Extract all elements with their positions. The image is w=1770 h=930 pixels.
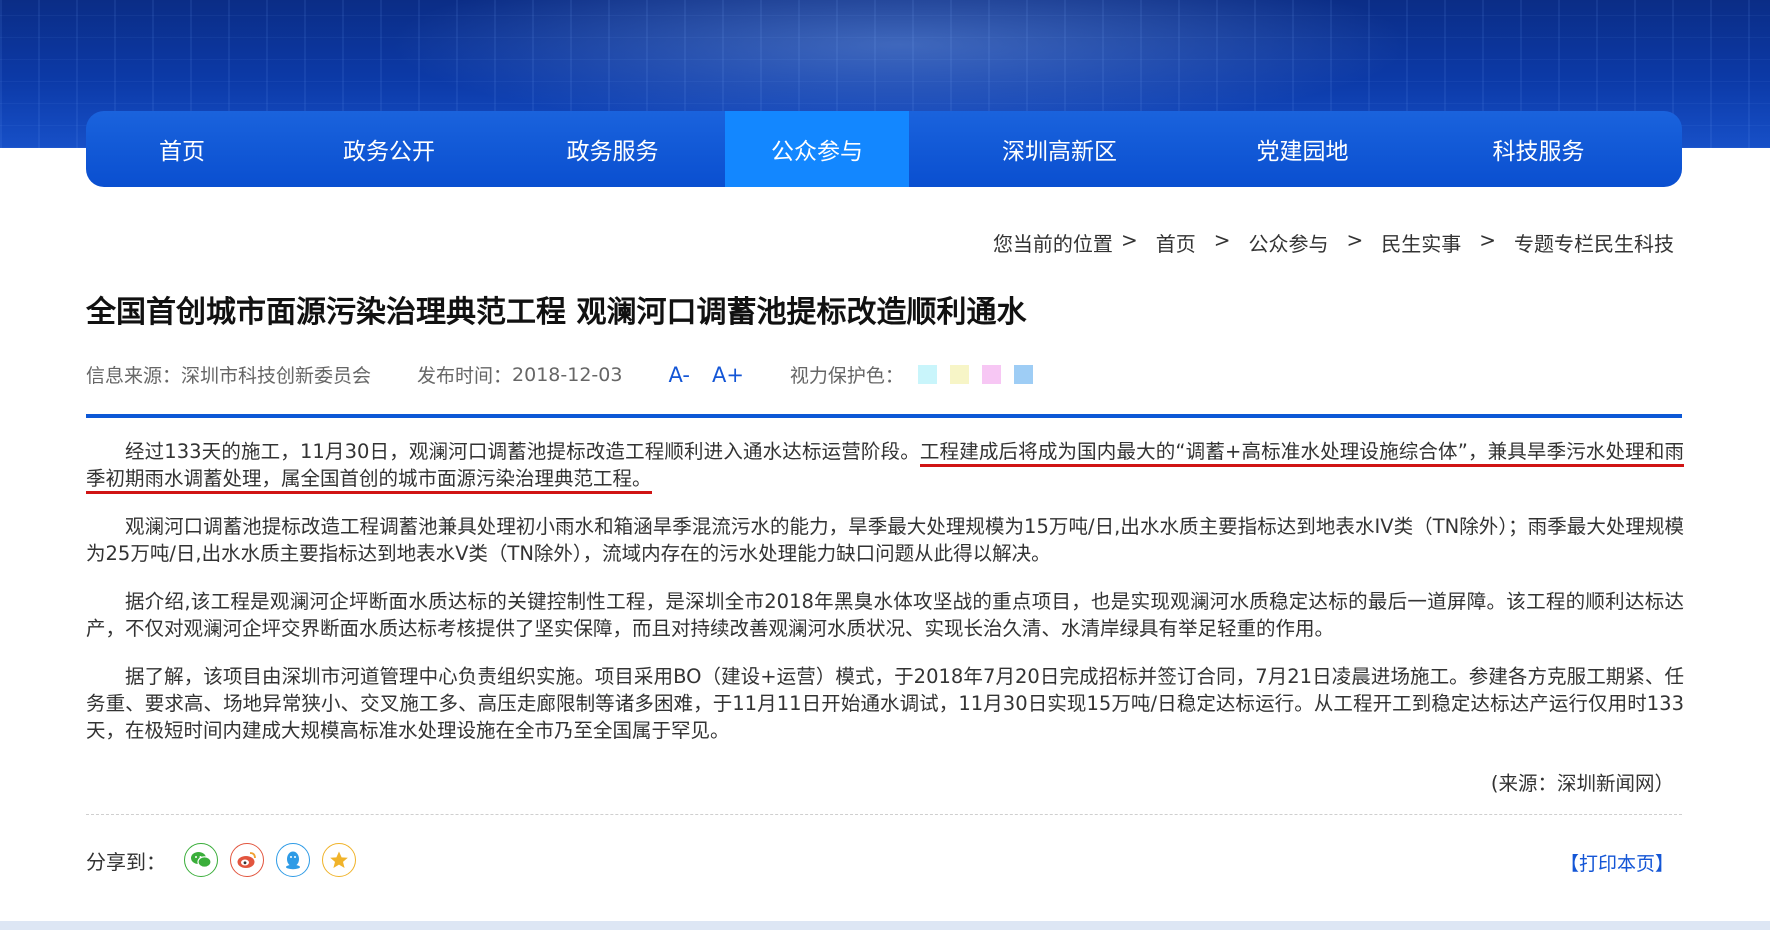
- article-meta: 信息来源： 深圳市科技创新委员会 发布时间： 2018-12-03 A- A+ …: [86, 361, 1046, 388]
- footer-bar: [0, 921, 1770, 930]
- weibo-icon[interactable]: [230, 843, 264, 877]
- eye-care-swatch-cyan[interactable]: [917, 365, 937, 384]
- nav-item-tech-services[interactable]: 科技服务: [1395, 111, 1682, 187]
- nav-item-gov-services[interactable]: 政务服务: [500, 111, 725, 187]
- source-value: 深圳市科技创新委员会: [181, 365, 372, 387]
- breadcrumb-prefix: 您当前的位置: [992, 232, 1113, 256]
- eye-care-label: 视力保护色：: [789, 365, 904, 387]
- date-value: 2018-12-03: [512, 363, 623, 386]
- paragraph: 据了解，该项目由深圳市河道管理中心负责组织实施。项目采用BO（建设+运营）模式，…: [86, 665, 1684, 742]
- breadcrumb-livelihood[interactable]: 民生实事: [1381, 228, 1461, 257]
- breadcrumb-separator: >: [1346, 228, 1364, 252]
- article-title: 全国首创城市面源污染治理典范工程 观澜河口调蓄池提标改造顺利通水: [86, 295, 1027, 330]
- breadcrumb-separator: >: [1213, 228, 1231, 252]
- font-decrease-button[interactable]: A-: [668, 363, 689, 387]
- title-divider: [86, 414, 1682, 418]
- main-nav: 首页 政务公开 政务服务 公众参与 深圳高新区 党建园地 科技服务: [86, 111, 1682, 187]
- breadcrumb-special-topic[interactable]: 专题专栏民生科技: [1514, 228, 1674, 257]
- article-source-note: (来源：深圳新闻网）: [1490, 772, 1674, 795]
- nav-item-home[interactable]: 首页: [86, 111, 278, 187]
- breadcrumb-public-participation[interactable]: 公众参与: [1248, 228, 1328, 257]
- nav-item-gov-affairs[interactable]: 政务公开: [278, 111, 500, 187]
- nav-item-shenzhen-hitech-zone[interactable]: 深圳高新区: [909, 111, 1210, 187]
- print-page-link[interactable]: 【打印本页】: [1560, 849, 1674, 876]
- paragraph-text: 经过133天的施工，11月30日，观澜河口调蓄池提标改造工程顺利进入通水达标运营…: [125, 440, 920, 463]
- source-label: 信息来源：: [86, 365, 182, 387]
- share-bar: 分享到：: [86, 843, 356, 877]
- breadcrumb-home[interactable]: 首页: [1156, 228, 1196, 257]
- article-body: 经过133天的施工，11月30日，观澜河口调蓄池提标改造工程顺利进入通水达标运营…: [86, 438, 1684, 765]
- date-label: 发布时间：: [417, 365, 513, 387]
- qzone-icon[interactable]: [322, 843, 356, 877]
- breadcrumb: 您当前的位置 > 首页 > 公众参与 > 民生实事 > 专题专栏民生科技: [993, 228, 1674, 257]
- eye-care-swatch-blue[interactable]: [1013, 365, 1033, 384]
- breadcrumb-separator: >: [1120, 228, 1138, 252]
- paragraph: 据介绍,该工程是观澜河企坪断面水质达标的关键控制性工程，是深圳全市2018年黑臭…: [86, 590, 1684, 640]
- nav-item-party-building[interactable]: 党建园地: [1210, 111, 1395, 187]
- qq-icon[interactable]: [276, 843, 310, 877]
- wechat-icon[interactable]: [184, 843, 218, 877]
- nav-item-public-participation[interactable]: 公众参与: [725, 111, 909, 187]
- paragraph: 经过133天的施工，11月30日，观澜河口调蓄池提标改造工程顺利进入通水达标运营…: [86, 438, 1684, 494]
- breadcrumb-separator: >: [1479, 228, 1496, 252]
- footer-divider: [86, 814, 1682, 815]
- paragraph: 观澜河口调蓄池提标改造工程调蓄池兼具处理初小雨水和箱涵旱季混流污水的能力，旱季最…: [86, 515, 1684, 565]
- share-label: 分享到：: [86, 849, 166, 874]
- eye-care-swatch-pink[interactable]: [981, 365, 1001, 384]
- eye-care-swatch-yellow[interactable]: [949, 365, 969, 384]
- font-increase-button[interactable]: A+: [712, 363, 744, 387]
